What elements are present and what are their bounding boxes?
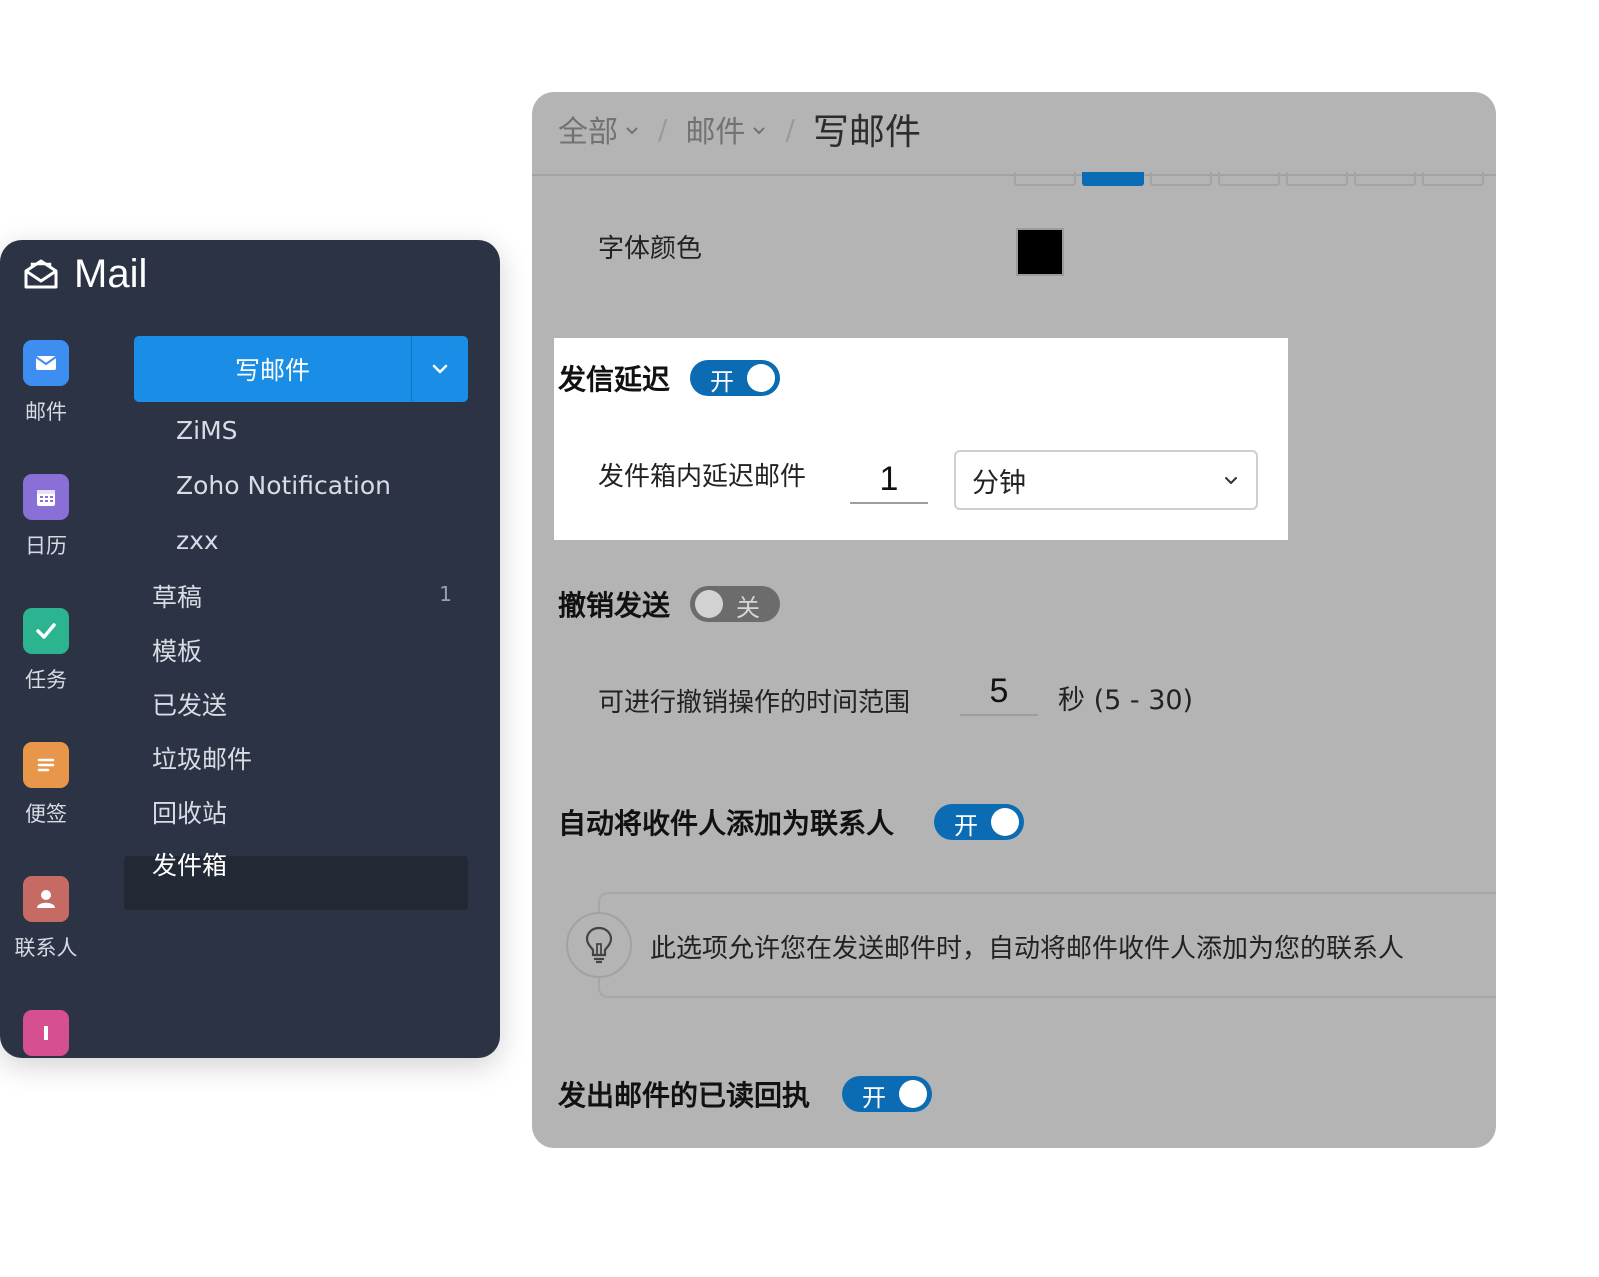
font-size-option[interactable] [1150, 172, 1212, 186]
undo-send-label: 撤销发送 [558, 589, 671, 622]
app-title: Mail [74, 251, 148, 296]
app-label: 邮件 [25, 400, 67, 424]
undo-range-label: 可进行撤销操作的时间范围 [598, 688, 911, 718]
toggle-knob [747, 364, 775, 392]
toggle-knob [695, 590, 723, 618]
breadcrumb-separator: / [658, 112, 668, 146]
delay-label: 发件箱内延迟邮件 [598, 462, 807, 492]
app-more-icon [23, 1010, 69, 1056]
read-receipt-toggle[interactable]: 开 [842, 1076, 932, 1112]
font-size-option[interactable] [1014, 172, 1076, 186]
folder-drafts[interactable]: 草稿 1 [152, 578, 458, 614]
breadcrumb-all[interactable]: 全部 [558, 107, 640, 151]
chevron-down-icon [1225, 477, 1237, 484]
delay-unit-select[interactable]: 分钟 [954, 450, 1258, 510]
app-label: 任务 [25, 668, 67, 692]
notes-icon [23, 742, 69, 788]
app-label: 便签 [25, 802, 67, 826]
chevron-down-icon [626, 127, 638, 135]
account-item[interactable]: zxx [176, 526, 219, 555]
folder-outbox[interactable]: 发件箱 [152, 846, 227, 882]
tip-text: 此选项允许您在发送邮件时，自动将邮件收件人添加为您的联系人 [650, 934, 1405, 964]
mail-panel: Mail 邮件 日历 任务 便签 联系人 写邮件 ZiMS Zoho Notif… [0, 240, 500, 1058]
folder-count: 1 [439, 582, 452, 606]
auto-add-contacts-toggle[interactable]: 开 [934, 804, 1024, 840]
account-item[interactable]: Zoho Notification [176, 471, 391, 500]
chevron-down-icon [432, 364, 448, 374]
toggle-text: 关 [736, 594, 760, 622]
font-color-label: 字体颜色 [598, 234, 703, 264]
folder-sent[interactable]: 已发送 [152, 686, 227, 722]
send-delay-label: 发信延迟 [558, 363, 671, 396]
breadcrumb-current: 写邮件 [812, 112, 921, 153]
toggle-knob [899, 1080, 927, 1108]
delay-value-input[interactable]: 1 [850, 456, 928, 504]
breadcrumb-separator: / [785, 112, 795, 146]
toggle-text: 开 [954, 812, 978, 840]
folder-trash[interactable]: 回收站 [152, 794, 227, 830]
font-color-swatch[interactable] [1016, 228, 1064, 276]
lightbulb-icon [566, 912, 632, 978]
app-notes[interactable]: 便签 [0, 742, 92, 828]
toggle-knob [991, 808, 1019, 836]
undo-range-input[interactable]: 5 [960, 668, 1038, 716]
compose-button[interactable]: 写邮件 [134, 336, 468, 402]
font-size-option[interactable] [1218, 172, 1280, 186]
font-size-option[interactable] [1286, 172, 1348, 186]
read-receipt-label: 发出邮件的已读回执 [558, 1079, 811, 1112]
undo-send-toggle[interactable]: 关 [690, 586, 780, 622]
mail-icon [23, 340, 69, 386]
delay-unit-value: 分钟 [972, 467, 1026, 499]
app-calendar[interactable]: 日历 [0, 474, 92, 560]
calendar-icon [23, 474, 69, 520]
app-contacts[interactable]: 联系人 [0, 876, 92, 962]
app-more[interactable] [0, 1010, 92, 1056]
send-delay-toggle[interactable]: 开 [690, 360, 780, 396]
folder-templates[interactable]: 模板 [152, 632, 202, 668]
app-tasks[interactable]: 任务 [0, 608, 92, 694]
breadcrumb-label: 全部 [558, 115, 618, 150]
mail-logo: Mail [22, 246, 147, 302]
font-size-option-selected[interactable] [1082, 172, 1144, 186]
folder-label: 草稿 [152, 583, 203, 612]
app-mail[interactable]: 邮件 [0, 340, 92, 426]
toggle-text: 开 [862, 1084, 886, 1112]
app-label: 联系人 [14, 936, 78, 960]
compose-label[interactable]: 写邮件 [134, 336, 411, 402]
chevron-down-icon [753, 127, 766, 135]
breadcrumb-mail[interactable]: 邮件 [685, 107, 767, 151]
compose-dropdown[interactable] [411, 336, 468, 402]
mail-open-icon [24, 259, 58, 289]
contact-icon [23, 876, 69, 922]
auto-add-contacts-label: 自动将收件人添加为联系人 [558, 807, 895, 840]
breadcrumb-label: 邮件 [685, 115, 746, 150]
folder-spam[interactable]: 垃圾邮件 [152, 740, 252, 776]
font-size-option[interactable] [1354, 172, 1416, 186]
app-label: 日历 [25, 534, 67, 558]
breadcrumb: 全部 / 邮件 / 写邮件 [558, 104, 921, 154]
font-size-option[interactable] [1422, 172, 1484, 186]
toggle-text: 开 [710, 368, 734, 396]
check-icon [23, 608, 69, 654]
account-item[interactable]: ZiMS [176, 416, 238, 445]
undo-range-hint: 秒 (5 - 30) [1058, 685, 1194, 716]
settings-panel: 全部 / 邮件 / 写邮件 字体颜色 发信延迟 开 发件箱内延迟邮件 1 分钟 … [532, 92, 1496, 1148]
